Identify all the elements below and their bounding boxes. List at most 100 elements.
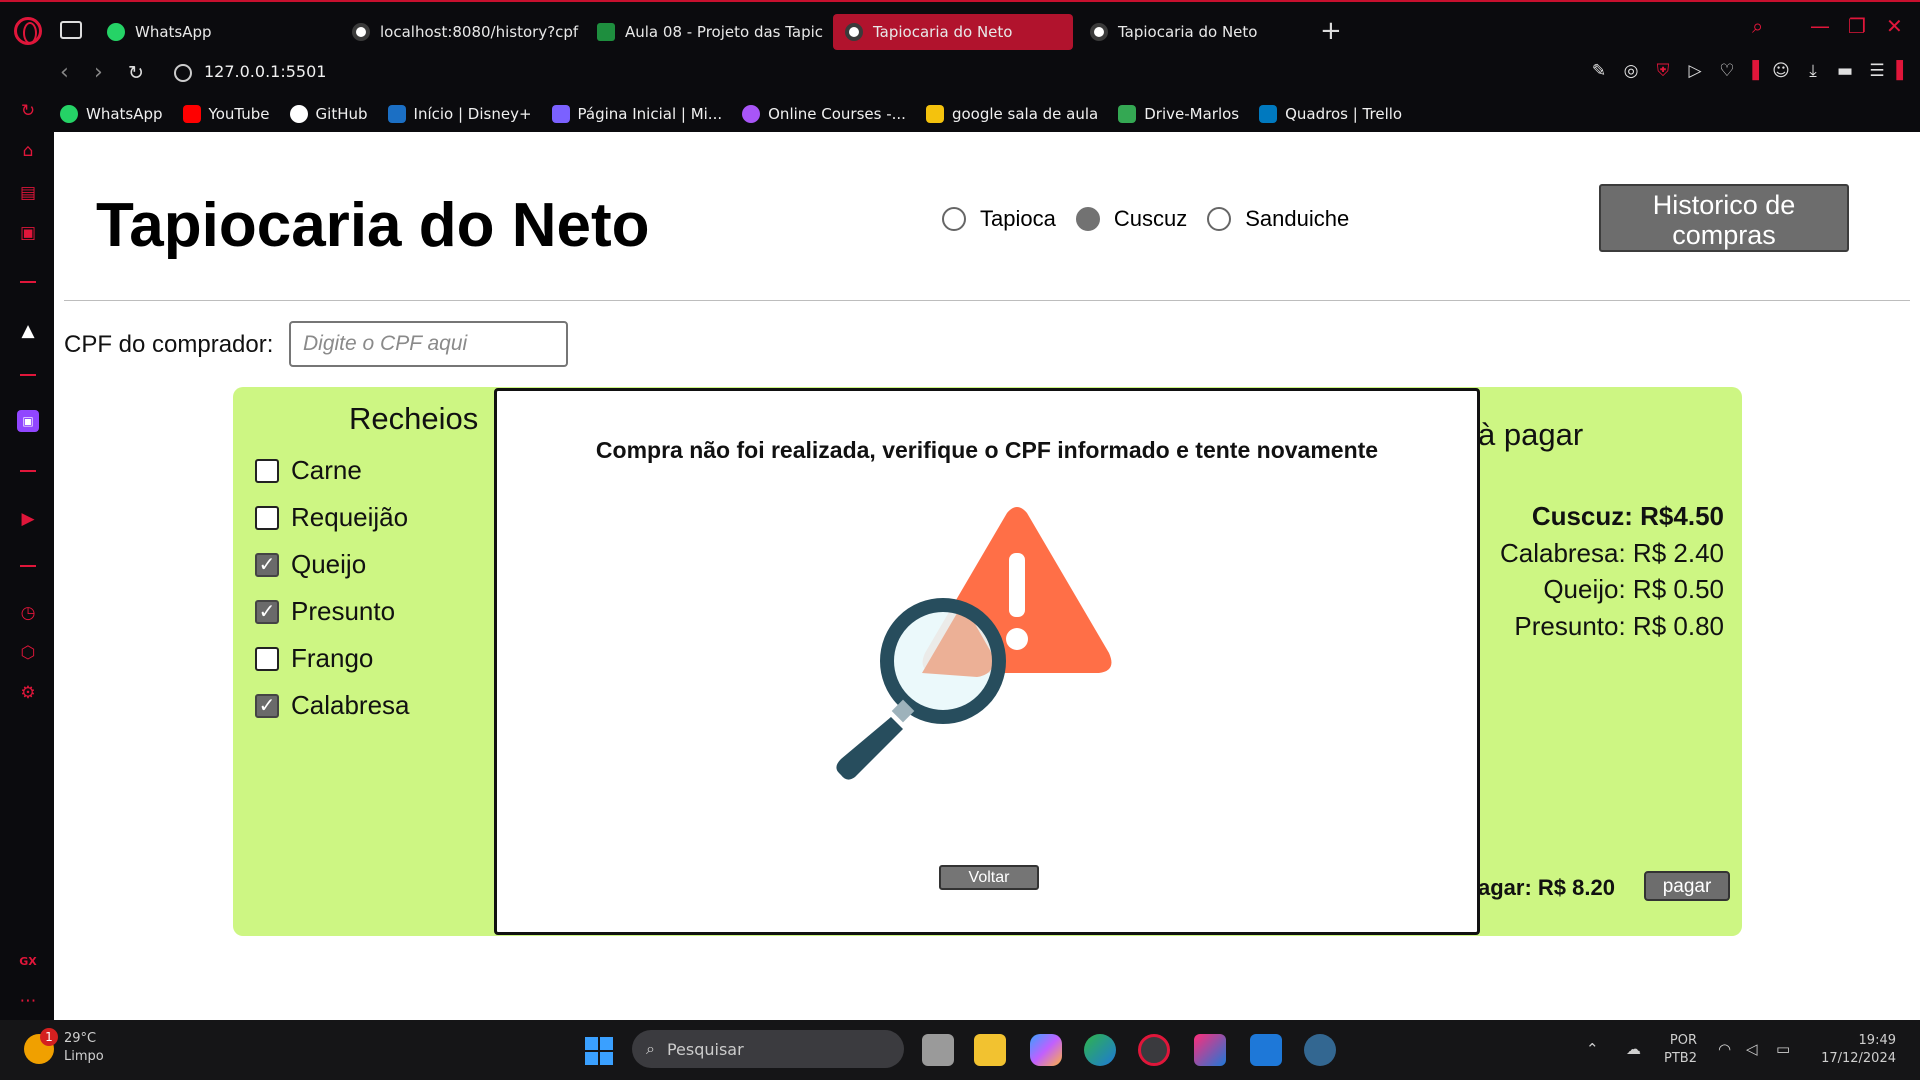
language-indicator[interactable]: POR PTB2 bbox=[1664, 1032, 1697, 1068]
bookmark-youtube[interactable]: YouTube bbox=[182, 105, 270, 123]
filling-frango[interactable]: Frango bbox=[255, 635, 410, 682]
radio-sanduiche[interactable]: Sanduiche bbox=[1207, 206, 1349, 232]
tab-islands-icon[interactable] bbox=[60, 21, 82, 39]
bookmark-label: WhatsApp bbox=[86, 105, 163, 123]
camera-icon[interactable]: ◎ bbox=[1620, 60, 1642, 82]
checkbox-checked[interactable]: ✓ bbox=[255, 552, 279, 577]
extensions-cube-icon[interactable]: ⬡ bbox=[17, 642, 39, 664]
classroom-icon bbox=[597, 23, 615, 41]
bookmark-label: google sala de aula bbox=[951, 105, 1099, 123]
onedrive-icon[interactable]: ☁ bbox=[1626, 1040, 1641, 1058]
battery-icon[interactable]: ▭ bbox=[1776, 1040, 1790, 1058]
bookmark-github[interactable]: GitHub bbox=[289, 105, 368, 123]
filling-presunto[interactable]: ✓ Presunto bbox=[255, 588, 410, 635]
radio-button[interactable] bbox=[1207, 207, 1232, 231]
tab-history[interactable]: localhost:8080/history?cpf bbox=[340, 14, 580, 50]
profile-icon[interactable]: ☺ bbox=[1770, 60, 1792, 82]
close-icon[interactable]: ✕ bbox=[1886, 14, 1903, 38]
task-view-icon[interactable] bbox=[922, 1034, 954, 1066]
filling-queijo[interactable]: ✓ Queijo bbox=[255, 541, 410, 588]
reload-icon[interactable]: ↻ bbox=[128, 62, 144, 84]
aria-icon[interactable]: ↻ bbox=[17, 100, 39, 122]
checkbox-checked[interactable]: ✓ bbox=[255, 693, 279, 718]
filling-calabresa[interactable]: ✓ Calabresa bbox=[255, 682, 410, 729]
player-icon[interactable]: ▶ bbox=[17, 508, 39, 530]
back-button[interactable]: Voltar bbox=[939, 865, 1039, 890]
menu-icon[interactable]: ☰ bbox=[1866, 60, 1888, 82]
opera-logo-icon[interactable] bbox=[14, 17, 42, 45]
gx-logo-icon[interactable]: GX bbox=[17, 950, 39, 972]
checkbox-checked[interactable]: ✓ bbox=[255, 599, 279, 624]
globe-icon bbox=[1090, 23, 1108, 41]
wifi-icon[interactable]: ◠ bbox=[1718, 1040, 1731, 1058]
radio-button-checked[interactable] bbox=[1075, 207, 1100, 231]
bookmark-drive[interactable]: Drive-Marlos bbox=[1118, 105, 1239, 123]
volume-icon[interactable]: ◁ bbox=[1746, 1040, 1758, 1058]
vscode-icon[interactable] bbox=[1250, 1034, 1282, 1066]
battery-saver-icon[interactable]: ▬ bbox=[1834, 60, 1856, 82]
bookmark-disney[interactable]: Início | Disney+ bbox=[387, 105, 532, 123]
radio-tapioca[interactable]: Tapioca bbox=[942, 206, 1056, 232]
twitch-tracker-icon[interactable]: ▤ bbox=[17, 182, 39, 204]
send-icon[interactable]: ▷ bbox=[1684, 60, 1706, 82]
restore-icon[interactable]: ❐ bbox=[1848, 14, 1866, 38]
postgresql-icon[interactable] bbox=[1304, 1034, 1336, 1066]
pay-button[interactable]: pagar bbox=[1644, 871, 1730, 901]
tab-tapiocaria[interactable]: Tapiocaria do Neto bbox=[1078, 14, 1308, 50]
chevron-up-icon[interactable]: ⌃ bbox=[1586, 1040, 1599, 1058]
start-button-icon[interactable] bbox=[585, 1037, 613, 1065]
checkbox[interactable] bbox=[255, 505, 279, 530]
checkbox[interactable] bbox=[255, 458, 279, 483]
weather-widget[interactable]: 29°C Limpo bbox=[64, 1030, 104, 1066]
url-field[interactable]: 127.0.0.1:5501 bbox=[204, 62, 326, 81]
copilot-icon[interactable] bbox=[1030, 1034, 1062, 1066]
radio-cuscuz[interactable]: Cuscuz bbox=[1075, 206, 1187, 232]
edge-icon[interactable] bbox=[1084, 1034, 1116, 1066]
filling-carne[interactable]: Carne bbox=[255, 447, 410, 494]
bookmark-online-courses[interactable]: Online Courses -... bbox=[742, 105, 906, 123]
product-radio-group: Tapioca Cuscuz Sanduiche bbox=[942, 206, 1349, 232]
filling-label: Carne bbox=[291, 455, 362, 485]
search-tabs-icon[interactable]: ⌕ bbox=[1752, 14, 1763, 38]
easy-setup-icon[interactable]: ✎ bbox=[1588, 60, 1610, 82]
filling-label: Requeijão bbox=[291, 502, 409, 532]
more-dots-icon[interactable]: ⋯ bbox=[17, 990, 39, 1012]
heart-icon[interactable]: ♡ bbox=[1716, 60, 1738, 82]
file-explorer-icon[interactable] bbox=[974, 1034, 1006, 1066]
twitch-icon[interactable]: ▣ bbox=[17, 410, 39, 432]
purchase-history-button[interactable]: Historico de compras bbox=[1599, 184, 1849, 252]
minimize-icon[interactable]: — bbox=[1810, 14, 1830, 38]
workspace-icon[interactable]: ⌂ bbox=[17, 140, 39, 162]
drive-icon bbox=[1118, 105, 1137, 123]
adblock-shield-icon[interactable]: ⛨ bbox=[1652, 60, 1674, 82]
forward-arrow-icon[interactable]: › bbox=[94, 60, 103, 85]
bookmark-label: Online Courses -... bbox=[768, 105, 906, 123]
tab-aula[interactable]: Aula 08 - Projeto das Tapic bbox=[585, 14, 825, 50]
radio-label: Tapioca bbox=[980, 206, 1056, 231]
taskbar-search[interactable]: ⌕ Pesquisar bbox=[632, 1030, 904, 1068]
filling-requeijao[interactable]: Requeijão bbox=[255, 494, 410, 541]
tab-tapiocaria-active[interactable]: Tapiocaria do Neto bbox=[833, 14, 1073, 50]
back-arrow-icon[interactable]: ‹ bbox=[60, 60, 69, 85]
side-bar-toggle-icon[interactable]: ▌ bbox=[1892, 60, 1914, 82]
history-clock-icon[interactable]: ◷ bbox=[17, 602, 39, 624]
download-icon[interactable]: ⤓ bbox=[1802, 60, 1824, 82]
clock[interactable]: 19:49 17/12/2024 bbox=[1800, 1032, 1896, 1068]
bookmark-microsoft[interactable]: Página Inicial | Mi... bbox=[551, 105, 722, 123]
app-icon[interactable]: ▲ bbox=[17, 320, 39, 342]
cpf-input[interactable] bbox=[289, 321, 568, 367]
radio-button[interactable] bbox=[942, 207, 966, 231]
hardware-limiter-icon[interactable]: ▣ bbox=[17, 222, 39, 244]
new-tab-button[interactable]: + bbox=[1320, 18, 1342, 44]
opera-gx-icon[interactable] bbox=[1138, 1034, 1170, 1066]
checkbox[interactable] bbox=[255, 646, 279, 671]
bookmark-trello[interactable]: Quadros | Trello bbox=[1259, 105, 1402, 123]
intellij-icon[interactable] bbox=[1194, 1034, 1226, 1066]
bookmark-classroom[interactable]: google sala de aula bbox=[925, 105, 1099, 123]
sidebar-divider bbox=[20, 374, 36, 376]
settings-gear-icon[interactable]: ⚙ bbox=[17, 682, 39, 704]
tab-whatsapp[interactable]: WhatsApp bbox=[95, 14, 325, 50]
bookmark-whatsapp[interactable]: WhatsApp bbox=[60, 105, 163, 123]
header-divider bbox=[64, 300, 1910, 301]
site-info-icon[interactable] bbox=[174, 64, 192, 82]
